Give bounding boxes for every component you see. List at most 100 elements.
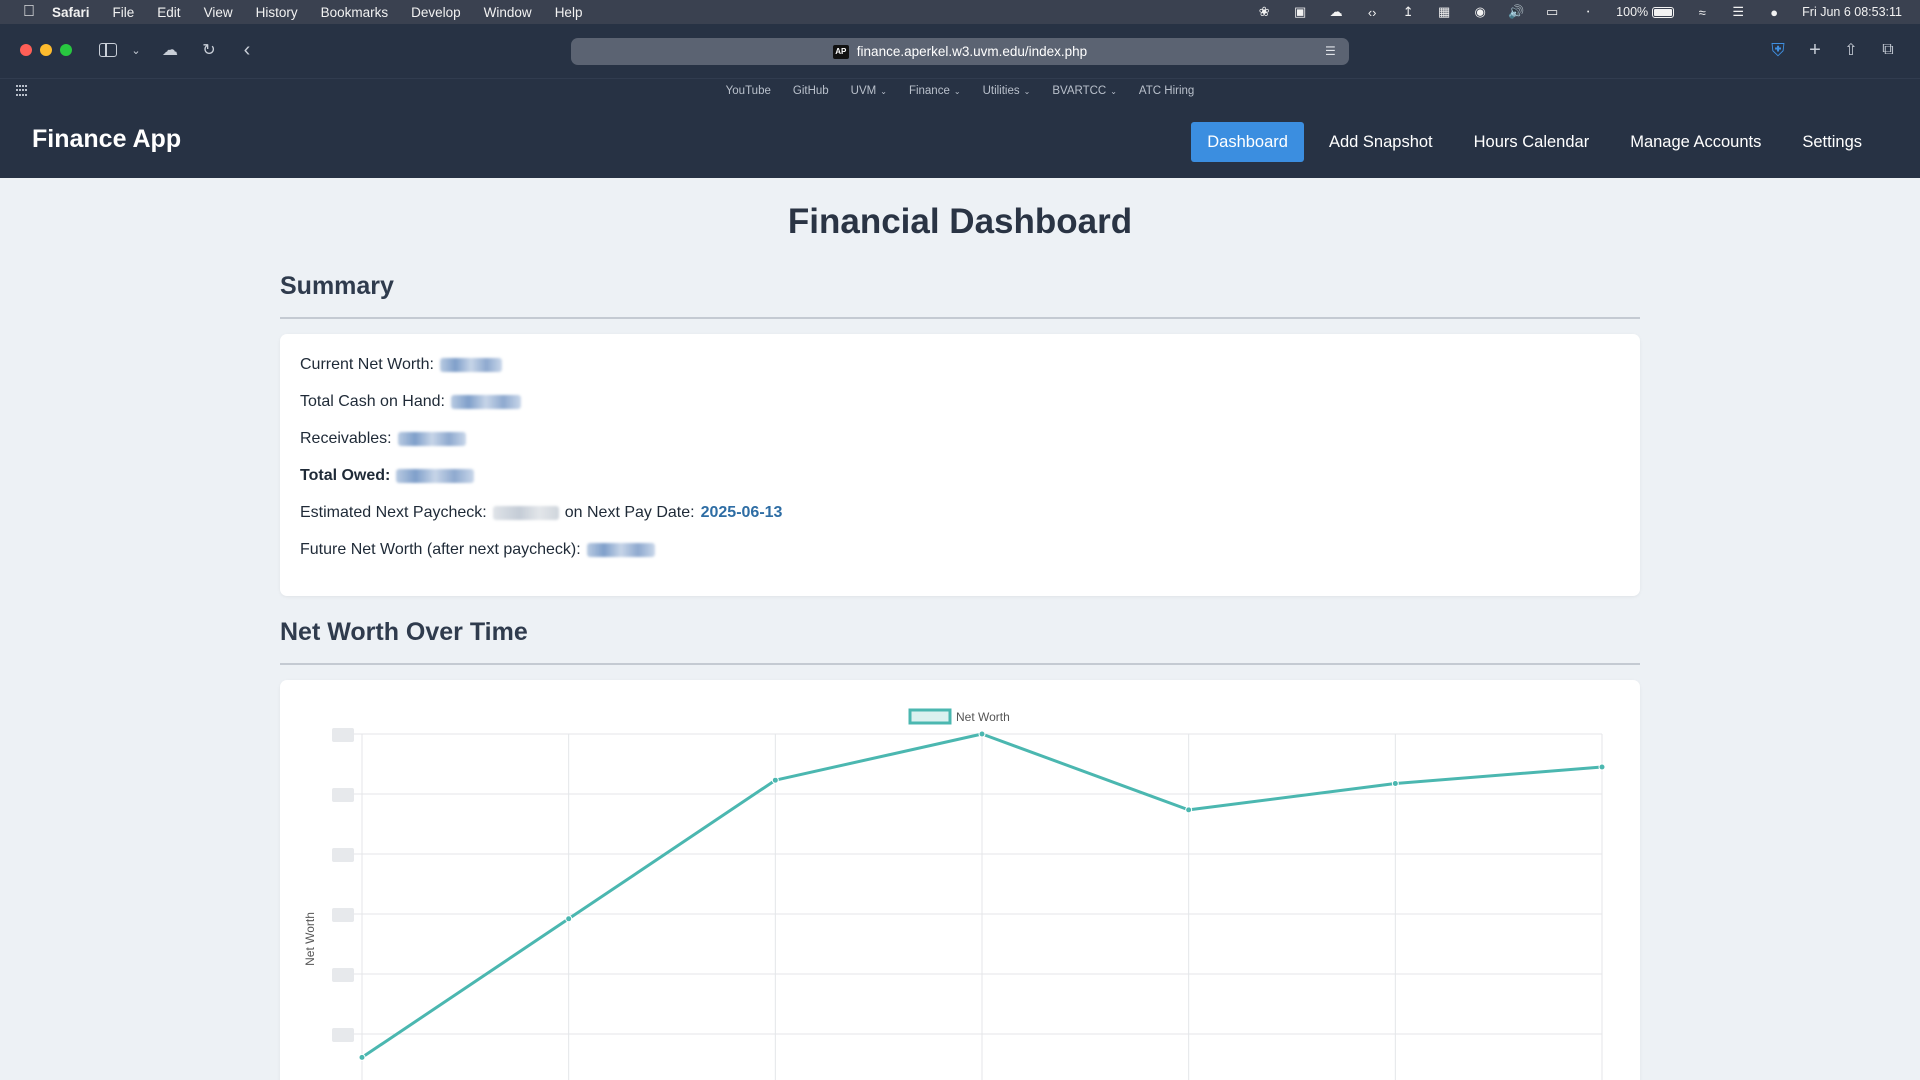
chevron-down-icon: ⌄ <box>1110 86 1117 96</box>
favorite-label: ATC Hiring <box>1138 85 1195 97</box>
y-tick-label-redacted <box>332 728 354 742</box>
extension-icon[interactable]: ▦ <box>1436 4 1452 19</box>
chevron-down-icon[interactable]: ⌄ <box>130 38 142 62</box>
cloud-icon[interactable]: ☁ <box>1328 4 1344 19</box>
battery-percent: 100% <box>1616 5 1649 19</box>
battery-indicator[interactable]: 100% <box>1616 5 1675 19</box>
control-center-icon[interactable]: ☰ <box>1730 4 1746 19</box>
chevron-down-icon: ⌄ <box>880 86 887 96</box>
receivables-value-redacted <box>397 432 466 446</box>
address-bar[interactable]: AP finance.aperkel.w3.uvm.edu/index.php … <box>571 38 1349 65</box>
macos-menubar:  Safari File Edit View History Bookmark… <box>0 0 1920 24</box>
back-icon[interactable]: ‹ <box>238 38 256 62</box>
nav-add-snapshot[interactable]: Add Snapshot <box>1313 122 1449 162</box>
future-net-worth-row: Future Net Worth (after next paycheck): <box>300 541 655 559</box>
future-net-worth-label: Future Net Worth (after next paycheck): <box>300 541 581 558</box>
menu-edit[interactable]: Edit <box>157 5 180 20</box>
favorite-youtube[interactable]: YouTube <box>726 85 771 97</box>
total-owed-row: Total Owed: <box>300 467 475 485</box>
cash-row: Total Cash on Hand: <box>300 393 521 411</box>
y-tick-label-redacted <box>332 908 354 922</box>
summary-heading: Summary <box>280 272 394 300</box>
pay-date-label: on Next Pay Date: <box>564 504 695 521</box>
bluetooth-icon[interactable]: ᛫ <box>1580 5 1596 20</box>
net-worth-data-point <box>565 915 573 923</box>
y-tick-label-redacted <box>332 968 354 982</box>
favorite-label: UVM <box>850 85 877 97</box>
wifi-icon[interactable]: ≈ <box>1694 5 1710 20</box>
favorite-atc-hiring[interactable]: ATC Hiring <box>1139 85 1194 97</box>
close-window-button[interactable] <box>20 44 32 56</box>
favorite-label: GitHub <box>792 85 829 97</box>
net-worth-data-point <box>1391 780 1399 787</box>
url-text: finance.aperkel.w3.uvm.edu/index.php <box>856 44 1088 59</box>
chevron-down-icon: ⌄ <box>1023 86 1031 96</box>
menu-help[interactable]: Help <box>555 5 583 20</box>
menu-view[interactable]: View <box>204 5 233 20</box>
new-tab-icon[interactable]: + <box>1806 38 1824 62</box>
net-worth-chart: Net Worth Net Worth <box>303 708 1606 1080</box>
favorite-uvm[interactable]: UVM ⌄ <box>851 85 887 97</box>
y-axis-label: Net Worth <box>303 912 317 966</box>
siri-icon[interactable]: ● <box>1766 5 1782 20</box>
share-icon[interactable]: ⇧ <box>1842 38 1860 62</box>
shield-icon[interactable]: ⛨ <box>1768 38 1788 62</box>
app-brand[interactable]: Finance App <box>32 125 181 154</box>
display-icon[interactable]: ▭ <box>1544 4 1560 19</box>
minimize-window-button[interactable] <box>40 44 52 56</box>
tab-overview-icon[interactable]: ⧉ <box>1878 38 1898 62</box>
menu-history[interactable]: History <box>256 5 298 20</box>
future-net-worth-value-redacted <box>586 543 655 557</box>
favorite-bvartcc[interactable]: BVARTCC ⌄ <box>1052 85 1117 97</box>
reader-mode-icon[interactable]: ☰ <box>1325 45 1337 57</box>
favorite-finance[interactable]: Finance ⌄ <box>909 85 961 97</box>
apple-icon[interactable]:  <box>20 0 38 24</box>
sidebar-toggle-icon[interactable] <box>98 38 118 62</box>
favorite-label: YouTube <box>725 85 771 97</box>
sync-icon[interactable]: ◉ <box>1472 4 1488 19</box>
favorites-list: YouTube GitHub UVM ⌄ Finance ⌄ Utilities ⌄ BVART… <box>0 79 1920 103</box>
favorite-utilities[interactable]: Utilities ⌄ <box>983 85 1031 97</box>
reload-icon[interactable]: ↻ <box>200 38 218 62</box>
nav-links: Dashboard Add Snapshot Hours Calendar Manag… <box>1182 122 1878 162</box>
legend-label: Net Worth <box>956 710 1010 724</box>
net-worth-value-redacted <box>439 358 502 372</box>
icloud-tabs-icon[interactable]: ☁ <box>158 38 182 62</box>
chart-heading: Net Worth Over Time <box>280 618 528 646</box>
browser-toolbar: ⌄ ☁ ↻ ‹ AP finance.aperkel.w3.uvm.edu/in… <box>0 24 1920 78</box>
page-title: Financial Dashboard <box>787 202 1133 241</box>
menu-develop[interactable]: Develop <box>411 5 461 20</box>
summary-divider <box>280 317 1640 319</box>
menu-window[interactable]: Window <box>484 5 532 20</box>
paycheck-value-redacted <box>492 506 559 520</box>
menu-app-name[interactable]: Safari <box>52 5 90 20</box>
nav-settings[interactable]: Settings <box>1786 122 1878 162</box>
volume-icon[interactable]: 🔊 <box>1508 4 1524 19</box>
cash-label: Total Cash on Hand: <box>300 393 445 410</box>
chevron-down-icon: ⌄ <box>953 86 961 96</box>
upload-arrow-icon[interactable]: ↥ <box>1400 4 1416 19</box>
receivables-label: Receivables: <box>300 430 392 447</box>
chart-card: Net Worth Net Worth <box>280 680 1640 1080</box>
y-tick-label-redacted <box>332 1028 354 1042</box>
openai-icon[interactable]: ❀ <box>1256 4 1272 19</box>
code-icon[interactable]: ‹› <box>1364 5 1380 20</box>
menu-file[interactable]: File <box>113 5 135 20</box>
net-worth-data-point <box>1598 763 1606 771</box>
menu-bookmarks[interactable]: Bookmarks <box>321 5 389 20</box>
favorite-label: BVARTCC <box>1052 85 1107 97</box>
total-owed-value-redacted <box>396 469 475 483</box>
nav-hours-calendar[interactable]: Hours Calendar <box>1458 122 1606 162</box>
menubar-clock[interactable]: Fri Jun 6 08:53:11 <box>1802 5 1902 19</box>
nav-dashboard[interactable]: Dashboard <box>1191 122 1304 162</box>
nav-manage-accounts[interactable]: Manage Accounts <box>1614 122 1777 162</box>
total-owed-label: Total Owed: <box>300 467 391 484</box>
favorite-github[interactable]: GitHub <box>793 85 829 97</box>
teams-icon[interactable]: ▣ <box>1292 4 1308 19</box>
net-worth-label: Current Net Worth: <box>300 356 434 373</box>
favorites-bar: YouTube GitHub UVM ⌄ Finance ⌄ Utilities ⌄ BVART… <box>0 78 1920 102</box>
y-tick-label-redacted <box>332 848 354 862</box>
zoom-window-button[interactable] <box>60 44 72 56</box>
cash-value-redacted <box>450 395 521 409</box>
receivables-row: Receivables: <box>300 430 466 448</box>
